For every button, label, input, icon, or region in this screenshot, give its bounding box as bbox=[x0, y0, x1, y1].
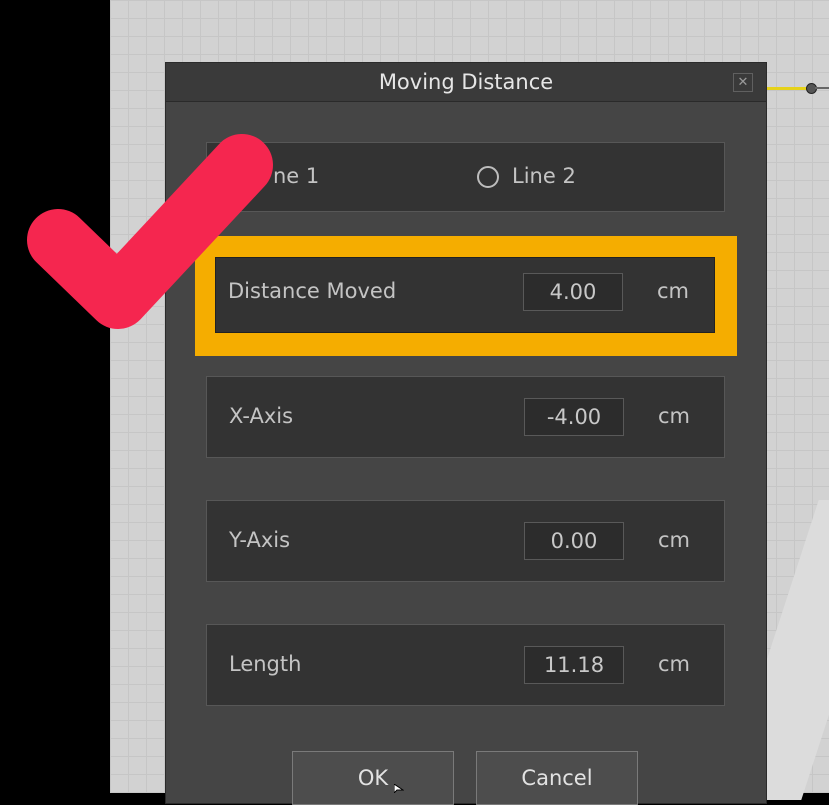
check-icon bbox=[27, 134, 273, 329]
mouse-cursor-icon bbox=[394, 784, 404, 793]
